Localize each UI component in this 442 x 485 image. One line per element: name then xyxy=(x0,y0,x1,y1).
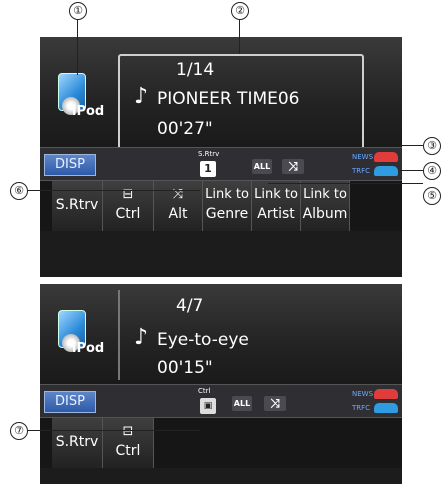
ipod-icon: iPod xyxy=(52,71,104,121)
function-button-row: S.Rtrv ⊟ Ctrl ⤨ Alt Link to Genre Link t… xyxy=(40,181,402,231)
link-to-label: Link to xyxy=(254,187,298,202)
ipod-icon: iPod xyxy=(52,308,104,358)
link-to-genre-button[interactable]: Link to Genre xyxy=(203,181,252,231)
ctrl-button-label: Ctrl xyxy=(115,206,141,222)
track-count: 4/7 xyxy=(176,296,204,316)
shuffle-indicator-icon: ⤨ xyxy=(264,396,286,411)
ctrl-button[interactable]: ⊟ Ctrl xyxy=(103,181,154,231)
news-label: NEWS xyxy=(352,390,374,398)
album-label: Album xyxy=(302,206,348,222)
repeat-indicator: ALL xyxy=(232,396,252,411)
srtv-indicator-label: S.Rtrv xyxy=(198,150,220,158)
callout-2-line xyxy=(239,19,240,54)
status-bar: DISP Ctrl ▣ ALL ⤨ NEWS TRFC xyxy=(40,384,402,418)
srtv-button-label: S.Rtrv xyxy=(55,197,99,213)
callout-2: ② xyxy=(231,2,249,20)
news-label: NEWS xyxy=(352,153,374,161)
screen-2: iPod 4/7 ♪ Eye-to-eye 00'15" DISP Ctrl ▣… xyxy=(40,284,402,484)
link-to-label: Link to xyxy=(303,187,347,202)
callout-7-line xyxy=(27,430,200,431)
srtv-button-label: S.Rtrv xyxy=(55,434,99,450)
link-to-label: Link to xyxy=(205,187,249,202)
screen-1: iPod 1/14 ♪ PIONEER TIME06 00'27" DISP S… xyxy=(40,37,402,277)
ctrl-button[interactable]: ⊟ Ctrl xyxy=(103,418,154,468)
traffic-car-icon xyxy=(374,403,398,413)
ipod-label: iPod xyxy=(72,341,105,356)
callout-4: ④ xyxy=(423,162,441,180)
ctrl-indicator-icon: ▣ xyxy=(200,398,216,414)
callout-3-line xyxy=(400,145,423,146)
srtv-button[interactable]: S.Rtrv xyxy=(52,181,103,231)
elapsed-time: 00'15" xyxy=(157,358,213,378)
link-to-album-button[interactable]: Link to Album xyxy=(301,181,350,231)
traffic-car-icon xyxy=(374,166,398,176)
callout-7: ⑦ xyxy=(10,422,28,440)
callout-5: ⑤ xyxy=(423,187,441,205)
ctrl-icon: ⊟ xyxy=(122,424,134,439)
ctrl-indicator-label: Ctrl xyxy=(198,387,211,395)
link-to-artist-button[interactable]: Link to Artist xyxy=(252,181,301,231)
callout-1-line xyxy=(77,19,78,75)
genre-label: Genre xyxy=(205,206,249,222)
track-count: 1/14 xyxy=(176,60,215,80)
song-title: Eye-to-eye xyxy=(157,330,249,350)
callout-3: ③ xyxy=(423,137,441,155)
shuffle-indicator-icon: ⤨ xyxy=(282,159,304,174)
trfc-label: TRFC xyxy=(352,167,371,175)
callout-4-line xyxy=(400,170,423,171)
disp-button[interactable]: DISP xyxy=(44,391,96,413)
song-title: PIONEER TIME06 xyxy=(157,89,300,109)
trfc-label: TRFC xyxy=(352,404,371,412)
srtv-button[interactable]: S.Rtrv xyxy=(52,418,103,468)
divider xyxy=(118,290,120,380)
callout-6: ⑥ xyxy=(10,182,28,200)
news-car-icon xyxy=(374,152,398,162)
callout-1: ① xyxy=(69,2,87,20)
artist-label: Artist xyxy=(257,206,295,222)
status-bar: DISP S.Rtrv 1 ALL ⤨ NEWS TRFC xyxy=(40,147,402,181)
music-note-icon: ♪ xyxy=(134,84,149,109)
alt-button-label: Alt xyxy=(168,206,188,222)
callout-6-line xyxy=(27,190,200,191)
alt-button[interactable]: ⤨ Alt xyxy=(154,181,203,231)
music-note-icon: ♪ xyxy=(134,325,149,350)
ipod-label: iPod xyxy=(72,104,105,119)
callout-5-line xyxy=(268,183,423,184)
repeat-indicator: ALL xyxy=(252,159,272,174)
elapsed-time: 00'27" xyxy=(157,119,213,139)
ctrl-button-label: Ctrl xyxy=(115,443,141,459)
function-button-row: S.Rtrv ⊟ Ctrl xyxy=(40,418,402,468)
srtv-indicator-value: 1 xyxy=(200,161,216,177)
disp-button[interactable]: DISP xyxy=(44,154,96,176)
news-car-icon xyxy=(374,389,398,399)
